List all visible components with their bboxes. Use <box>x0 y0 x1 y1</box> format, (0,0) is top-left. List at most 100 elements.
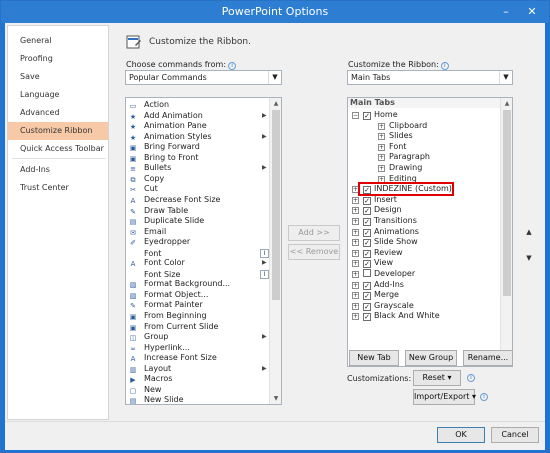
cancel-button[interactable]: Cancel <box>491 427 539 443</box>
command-item[interactable]: ≡ Bullets ▶ <box>128 163 268 174</box>
expand-icon[interactable]: + <box>378 165 385 172</box>
scroll-thumb[interactable] <box>272 110 280 300</box>
ribbon-tree-item[interactable]: + ✓ Insert <box>352 195 397 206</box>
scroll-thumb[interactable] <box>503 110 511 296</box>
ribbon-tree-item[interactable]: + Slides <box>378 131 413 142</box>
commands-scrollbar[interactable]: ▲ ▼ <box>269 98 281 404</box>
sidebar-item-save[interactable]: Save <box>8 68 108 86</box>
close-button[interactable]: ✕ <box>521 3 543 20</box>
ribbon-tree-item[interactable]: + ✓ Transitions <box>352 216 417 227</box>
expand-icon[interactable]: + <box>352 260 359 268</box>
ribbon-tree-item[interactable]: + Clipboard <box>378 121 427 132</box>
tab-checkbox[interactable]: ✓ <box>363 292 371 301</box>
expand-icon[interactable]: + <box>352 281 359 289</box>
tab-checkbox[interactable]: ✓ <box>363 196 371 205</box>
command-item[interactable]: ✐ Eyedropper <box>128 237 268 248</box>
remove-button[interactable]: << Remove <box>288 244 340 260</box>
ribbon-tree-item[interactable]: + ✓ Design <box>352 205 402 216</box>
ribbon-tree-item[interactable]: + ✓ Merge <box>352 290 399 301</box>
command-item[interactable]: ▧ Format Background... <box>128 279 268 290</box>
sidebar-item-add-ins[interactable]: Add-Ins <box>8 161 108 179</box>
sidebar-item-language[interactable]: Language <box>8 86 108 104</box>
expand-icon[interactable]: + <box>352 196 359 204</box>
command-item[interactable]: ✎ Format Painter <box>128 300 268 311</box>
ribbon-tree-item[interactable]: + ✓ Animations <box>352 227 419 238</box>
command-item[interactable]: ▣ From Current Slide <box>128 322 268 333</box>
ribbon-tree-item[interactable]: − ✓ Home <box>352 110 398 121</box>
command-item[interactable]: ✉ Email <box>128 227 268 238</box>
command-item[interactable]: ▢ New <box>128 385 268 396</box>
ribbon-tree-item[interactable]: + Paragraph <box>378 152 430 163</box>
ribbon-tree-item[interactable]: + Font <box>378 142 406 153</box>
command-item[interactable]: ▣ Bring to Front <box>128 153 268 164</box>
reset-button[interactable]: Reset ▾ <box>413 370 461 386</box>
ribbon-tree-item[interactable]: + Developer <box>352 269 415 280</box>
sidebar-item-quick-access-toolbar[interactable]: Quick Access Toolbar <box>8 140 108 158</box>
new-tab-button[interactable]: New Tab <box>349 350 399 366</box>
command-item[interactable]: A Font Color ▶ <box>128 258 268 269</box>
command-item[interactable]: ▶ Macros <box>128 374 268 385</box>
expand-icon[interactable]: + <box>352 313 359 321</box>
expand-icon[interactable]: + <box>352 302 359 310</box>
command-item[interactable]: ★ Add Animation ▶ <box>128 111 268 122</box>
command-item[interactable]: Font I <box>128 248 269 259</box>
command-item[interactable]: ▥ Layout ▶ <box>128 364 268 375</box>
expand-icon[interactable]: + <box>352 292 359 300</box>
expand-icon[interactable]: + <box>352 249 359 257</box>
ribbon-tree-item[interactable]: + ✓ Slide Show <box>352 237 418 248</box>
command-item[interactable]: A Increase Font Size <box>128 353 268 364</box>
command-item[interactable]: ▤ New Slide <box>128 395 268 404</box>
expand-icon[interactable]: + <box>352 271 359 278</box>
collapse-icon[interactable]: − <box>352 112 359 119</box>
ribbon-tabs-tree[interactable]: Main Tabs ▲ ▼ −✓Home+Clipboard+Slides+Fo… <box>347 97 513 367</box>
move-up-icon[interactable]: ▲ <box>522 227 536 237</box>
commands-list[interactable]: ▲ ▼ ▭ Action ★ Add Animation ▶ ★ Animation Pan… <box>125 97 282 405</box>
sidebar-item-proofing[interactable]: Proofing <box>8 50 108 68</box>
command-item[interactable]: ✂ Cut <box>128 184 268 195</box>
rename-button[interactable]: Rename... <box>463 350 513 366</box>
command-item[interactable]: A Decrease Font Size <box>128 195 268 206</box>
expand-icon[interactable]: + <box>352 207 359 215</box>
customize-ribbon-dropdown[interactable]: Main Tabs ▼ <box>347 70 513 85</box>
command-item[interactable]: ▣ From Beginning <box>128 311 268 322</box>
tab-checkbox[interactable]: ✓ <box>363 218 371 226</box>
command-item[interactable]: ▧ Format Object... <box>128 290 268 301</box>
expand-icon[interactable]: + <box>352 218 359 225</box>
tab-checkbox[interactable] <box>363 269 371 277</box>
tab-checkbox[interactable]: ✓ <box>363 313 371 322</box>
tab-checkbox[interactable]: ✓ <box>363 228 371 237</box>
command-item[interactable]: ▤ Duplicate Slide <box>128 216 268 227</box>
command-item[interactable]: Font Size I <box>128 269 269 280</box>
expand-icon[interactable]: + <box>352 239 359 247</box>
tab-checkbox[interactable]: ✓ <box>363 207 371 216</box>
ribbon-tree-item[interactable]: + ✓ View <box>352 258 393 269</box>
sidebar-item-advanced[interactable]: Advanced <box>8 104 108 122</box>
command-item[interactable]: ∞ Hyperlink... <box>128 343 268 354</box>
minimize-button[interactable]: – <box>495 3 517 20</box>
tab-checkbox[interactable]: ✓ <box>363 302 371 311</box>
scroll-down-icon[interactable]: ▼ <box>270 393 281 404</box>
command-item[interactable]: ⧉ Copy <box>128 174 268 185</box>
tab-checkbox[interactable]: ✓ <box>363 249 371 258</box>
ribbon-tree-item[interactable]: + ✓ Review <box>352 248 403 259</box>
add-button[interactable]: Add >> <box>288 225 340 241</box>
sidebar-item-trust-center[interactable]: Trust Center <box>8 179 108 197</box>
command-item[interactable]: ▭ Action <box>128 100 268 111</box>
sidebar-item-general[interactable]: General <box>8 32 108 50</box>
expand-icon[interactable]: + <box>352 228 359 236</box>
ribbon-tree-item[interactable]: + ✓ Black And White <box>352 311 440 322</box>
tab-checkbox[interactable]: ✓ <box>363 239 371 248</box>
command-item[interactable]: ★ Animation Pane <box>128 121 268 132</box>
expand-icon[interactable]: + <box>378 133 385 141</box>
move-down-icon[interactable]: ▼ <box>522 253 536 263</box>
tree-scrollbar[interactable]: ▲ ▼ <box>500 98 512 366</box>
tab-checkbox[interactable]: ✓ <box>363 260 371 269</box>
command-item[interactable]: ▣ Bring Forward <box>128 142 268 153</box>
tab-checkbox[interactable]: ✓ <box>363 112 371 120</box>
scroll-up-icon[interactable]: ▲ <box>501 98 512 109</box>
ribbon-tree-item[interactable]: + ✓ Add-Ins <box>352 280 404 291</box>
choose-commands-dropdown[interactable]: Popular Commands ▼ <box>125 70 282 85</box>
expand-icon[interactable]: + <box>378 143 385 151</box>
tab-checkbox[interactable]: ✓ <box>363 281 371 290</box>
command-item[interactable]: ★ Animation Styles ▶ <box>128 132 268 143</box>
